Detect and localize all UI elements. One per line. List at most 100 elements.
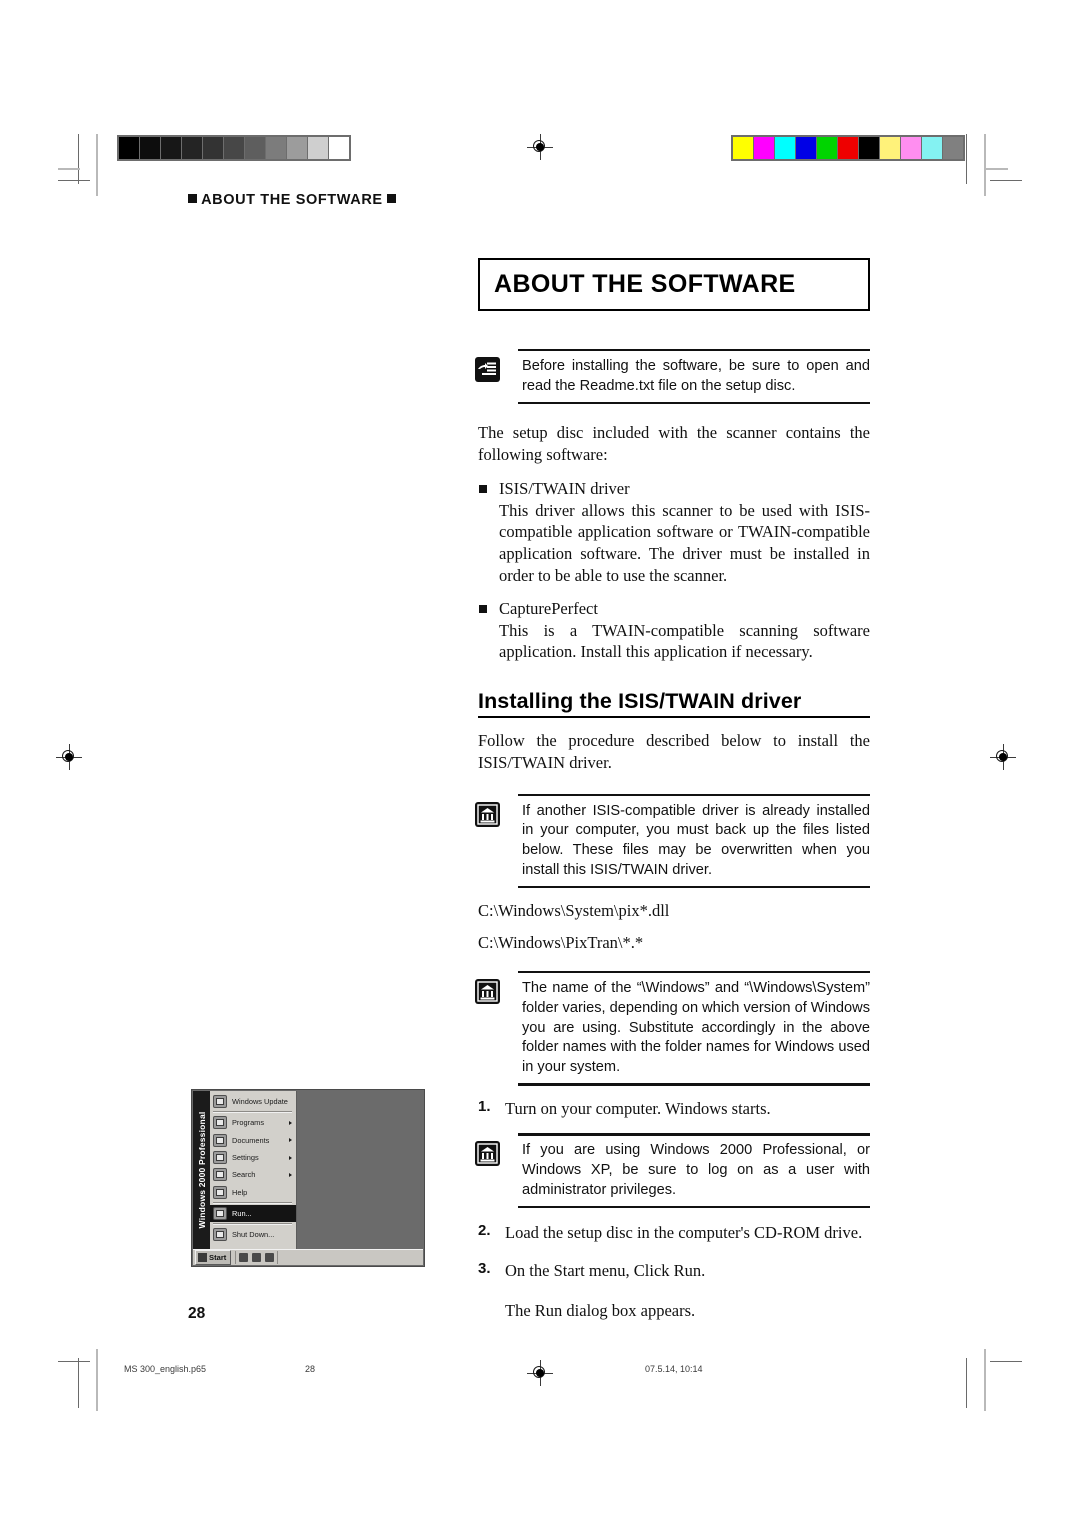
- color-swatch-7: [880, 137, 900, 159]
- color-swatch-0: [733, 137, 753, 159]
- registration-mark-top-center: [527, 134, 553, 160]
- crop-mark-top-right-vertical: [984, 134, 986, 196]
- note-rule-top: [518, 971, 870, 974]
- note-rule-top: [518, 793, 870, 796]
- start-menu-item-run[interactable]: Run...: [210, 1204, 296, 1223]
- list-item: ISIS/TWAIN driver This driver allows thi…: [478, 478, 870, 587]
- note-rule-bottom: [518, 886, 870, 889]
- grayscale-swatch-7: [266, 137, 286, 159]
- start-menu-item-shut-down[interactable]: Shut Down...: [210, 1226, 296, 1243]
- start-menu-item-programs[interactable]: Programs: [210, 1114, 296, 1131]
- start-menu-item-settings[interactable]: Settings: [210, 1149, 296, 1166]
- submenu-arrow-icon: [289, 1155, 292, 1160]
- software-description: This driver allows this scanner to be us…: [499, 500, 870, 585]
- documents-folder-icon: [213, 1133, 227, 1147]
- footer-timestamp: 07.5.14, 10:14: [645, 1364, 703, 1374]
- show-desktop-icon[interactable]: [239, 1253, 249, 1262]
- internet-explorer-icon[interactable]: [252, 1253, 262, 1262]
- color-swatch-10: [943, 137, 963, 159]
- color-swatch-8: [901, 137, 921, 159]
- windows-update-icon: [213, 1095, 227, 1109]
- start-menu-item-label: Shut Down...: [232, 1230, 275, 1240]
- note-text: The name of the “\Windows” and “\Windows…: [522, 980, 871, 1075]
- start-menu-item-documents[interactable]: Documents: [210, 1132, 296, 1149]
- note-rule-top: [518, 349, 870, 352]
- running-head: ABOUT THE SOFTWARE: [188, 192, 397, 208]
- start-menu-item-label: Search: [232, 1170, 256, 1180]
- color-swatch-6: [859, 137, 879, 159]
- grayscale-swatch-4: [203, 137, 223, 159]
- start-menu-item-help[interactable]: Help: [210, 1183, 296, 1200]
- software-name: ISIS/TWAIN driver: [499, 478, 630, 498]
- section-heading-label: Installing the ISIS/TWAIN driver: [478, 689, 802, 714]
- step-item: 2. Load the setup disc in the computer's…: [478, 1222, 870, 1244]
- grayscale-swatch-6: [245, 137, 265, 159]
- important-memo-icon: [475, 979, 500, 1005]
- crop-mark-top-left-horizontal: [58, 168, 80, 170]
- note-text: Before installing the software, be sure …: [522, 358, 870, 394]
- software-name: CapturePerfect: [499, 598, 598, 618]
- start-menu-item-label: Run...: [232, 1208, 252, 1218]
- step-number: 1.: [478, 1097, 491, 1115]
- submenu-arrow-icon: [289, 1120, 292, 1125]
- quick-launch-bar[interactable]: [235, 1251, 279, 1264]
- step-item: 3. On the Start menu, Click Run.: [478, 1260, 870, 1282]
- step-item: 1. Turn on your computer. Windows starts…: [478, 1098, 870, 1120]
- color-swatch-1: [754, 137, 774, 159]
- section-lead-paragraph: Follow the procedure described below to …: [478, 731, 870, 772]
- start-menu-panel: Windows 2000 Professional Windows Update…: [193, 1091, 297, 1250]
- grayscale-swatch-3: [182, 137, 202, 159]
- windows-flag-icon: [198, 1253, 207, 1262]
- crop-mark-top-right-inner-vertical: [966, 134, 967, 184]
- bullet-square-icon: [479, 484, 487, 493]
- chapter-title-box: ABOUT THE SOFTWARE: [478, 258, 870, 311]
- crop-mark-top-right-outer-horizontal: [990, 180, 1022, 181]
- note-text: If another ISIS-compatible driver is alr…: [522, 802, 870, 878]
- file-path: C:\Windows\System\pix*.dll: [478, 901, 670, 921]
- note-rule-bottom: [518, 1206, 870, 1209]
- start-menu-screenshot: Windows 2000 Professional Windows Update…: [191, 1089, 425, 1267]
- list-item: CapturePerfect This is a TWAIN-compatibl…: [478, 598, 870, 663]
- main-text-column: ABOUT THE SOFTWARE Before installing the…: [475, 258, 871, 1322]
- windows-brand-strip: Windows 2000 Professional: [193, 1091, 210, 1249]
- start-menu-separator: [213, 1111, 292, 1114]
- crop-mark-bottom-left-inner-vertical: [78, 1358, 79, 1408]
- start-menu-item-search[interactable]: Search: [210, 1166, 296, 1183]
- color-calibration-bar: [731, 135, 965, 161]
- crop-mark-top-right-horizontal: [986, 168, 1008, 170]
- note-block-readme: Before installing the software, be sure …: [475, 349, 870, 405]
- intro-paragraph: The setup disc included with the scanner…: [478, 423, 870, 465]
- file-path: C:\Windows\PixTran\*.*: [478, 932, 644, 952]
- registration-mark-left-center: [56, 744, 82, 770]
- section-heading: Installing the ISIS/TWAIN driver: [478, 689, 870, 719]
- start-menu-item-label: Settings: [232, 1153, 259, 1163]
- footer-page: 28: [305, 1364, 316, 1374]
- color-swatch-4: [817, 137, 837, 159]
- file-path-list: C:\Windows\System\pix*.dll C:\Windows\Pi…: [478, 900, 870, 953]
- start-menu-item-list: Windows Update Programs Documents Settings S…: [210, 1091, 296, 1249]
- start-button[interactable]: Start: [195, 1250, 232, 1265]
- programs-folder-icon: [213, 1116, 227, 1130]
- start-menu-item-label: Windows Update: [232, 1097, 288, 1107]
- start-menu-separator: [213, 1223, 292, 1226]
- color-swatch-9: [922, 137, 942, 159]
- running-head-square-left-icon: [188, 194, 197, 203]
- start-menu-separator: [213, 1201, 292, 1204]
- important-memo-icon: [475, 1141, 500, 1167]
- start-menu-item-label: Programs: [232, 1118, 265, 1128]
- shutdown-icon: [213, 1228, 227, 1242]
- outlook-express-icon[interactable]: [265, 1253, 275, 1262]
- note-rule-bottom: [518, 402, 870, 405]
- start-menu-item-label: Documents: [232, 1135, 270, 1145]
- color-swatch-2: [775, 137, 795, 159]
- start-menu-item-windows-update[interactable]: Windows Update: [210, 1093, 296, 1110]
- software-description: This is a TWAIN-compatible scanning soft…: [499, 620, 870, 662]
- registration-mark-right-center: [990, 744, 1016, 770]
- grayscale-swatch-5: [224, 137, 244, 159]
- note-block-folder-names: The name of the “\Windows” and “\Windows…: [475, 971, 871, 1086]
- crop-mark-bottom-left-outer-horizontal: [58, 1361, 90, 1362]
- grayscale-calibration-bar: [117, 135, 351, 161]
- note-hand-icon: [475, 357, 500, 382]
- start-menu-item-label: Help: [232, 1187, 248, 1197]
- crop-mark-top-left-vertical: [96, 134, 98, 196]
